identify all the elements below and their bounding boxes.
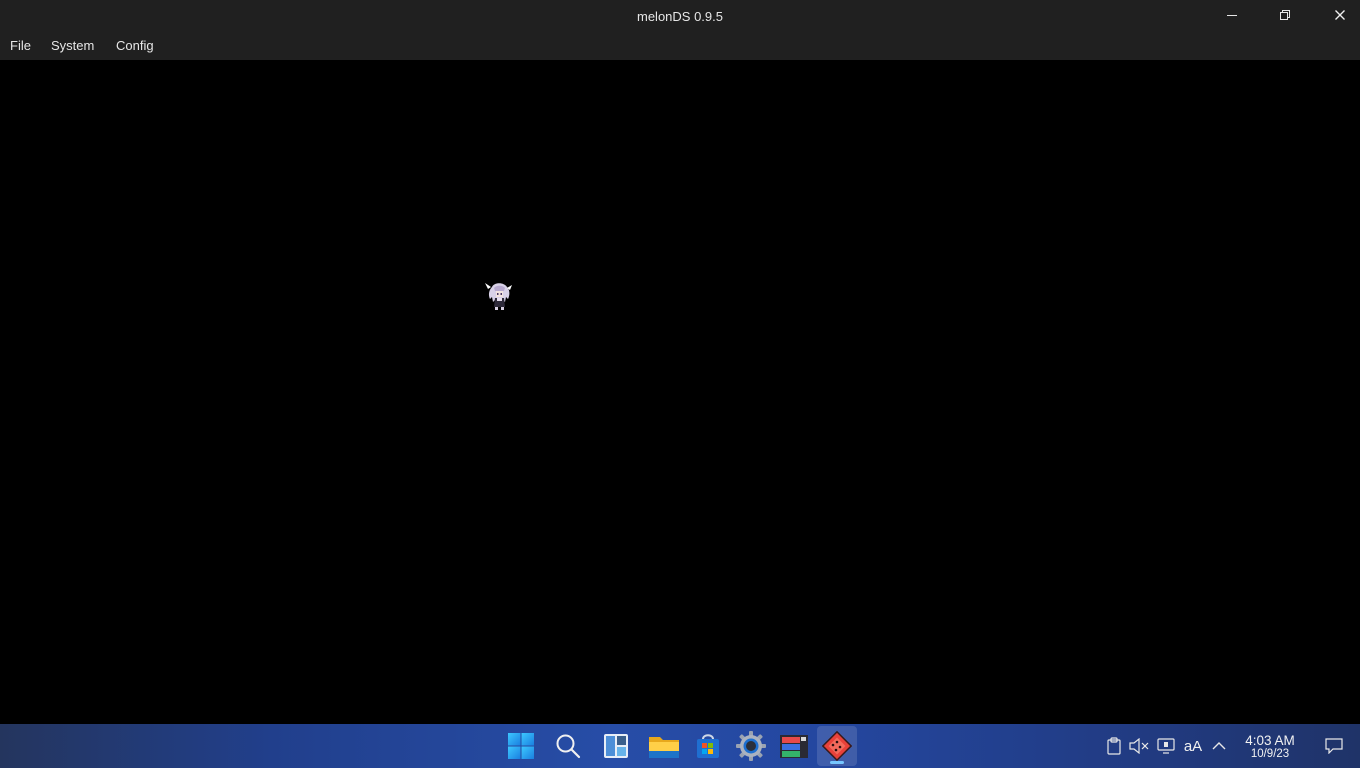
- melonds-icon: [822, 731, 852, 761]
- notification-icon: [1325, 738, 1343, 754]
- file-explorer-icon: [649, 737, 679, 758]
- menu-system[interactable]: System: [51, 32, 94, 60]
- settings-button[interactable]: [731, 726, 771, 766]
- menu-bar: File System Config: [0, 32, 1360, 60]
- microsoft-store-icon: [697, 734, 719, 758]
- minimize-button[interactable]: [1205, 0, 1259, 30]
- widgets-icon: [604, 734, 628, 758]
- search-icon: [556, 734, 581, 759]
- clock-time: 4:03 AM: [1245, 733, 1295, 748]
- active-app-indicator: [830, 761, 844, 764]
- volume-tray-button[interactable]: [1129, 735, 1149, 757]
- restore-button[interactable]: [1258, 0, 1312, 30]
- clipboard-tray-button[interactable]: [1104, 735, 1124, 757]
- clock-date: 10/9/23: [1250, 748, 1290, 760]
- search-button[interactable]: [548, 726, 588, 766]
- file-explorer-button[interactable]: [644, 726, 684, 766]
- close-button[interactable]: [1313, 0, 1360, 30]
- text-size-label: aA: [1183, 737, 1203, 755]
- close-icon: [1335, 10, 1345, 20]
- melonds-taskbar-button[interactable]: [817, 726, 857, 766]
- start-button[interactable]: [501, 726, 541, 766]
- store-button[interactable]: [688, 726, 728, 766]
- menu-config[interactable]: Config: [116, 32, 154, 60]
- text-size-tray-button[interactable]: aA: [1181, 735, 1205, 757]
- volume-muted-icon: [1129, 738, 1149, 754]
- clipboard-icon: [1107, 737, 1121, 755]
- menu-file[interactable]: File: [10, 32, 31, 60]
- widgets-button[interactable]: [596, 726, 636, 766]
- display-tray-button[interactable]: [1156, 735, 1176, 757]
- windows-start-icon: [508, 733, 534, 759]
- chevron-up-icon: [1212, 742, 1226, 750]
- app-launcher-button[interactable]: [774, 726, 814, 766]
- settings-gear-icon: [736, 731, 766, 761]
- title-bar[interactable]: melonDS 0.9.5: [0, 0, 1360, 32]
- game-character-sprite: [485, 283, 512, 310]
- taskbar-clock[interactable]: 4:03 AM 10/9/23: [1236, 733, 1304, 761]
- minimize-icon: [1227, 15, 1237, 16]
- app-grid-icon: [780, 735, 808, 758]
- restore-icon: [1280, 10, 1290, 20]
- notification-center-button[interactable]: [1324, 735, 1344, 757]
- show-hidden-icons-button[interactable]: [1209, 735, 1229, 757]
- display-icon: [1157, 738, 1175, 754]
- emulator-screen[interactable]: [0, 60, 1360, 724]
- window-title: melonDS 0.9.5: [637, 9, 723, 24]
